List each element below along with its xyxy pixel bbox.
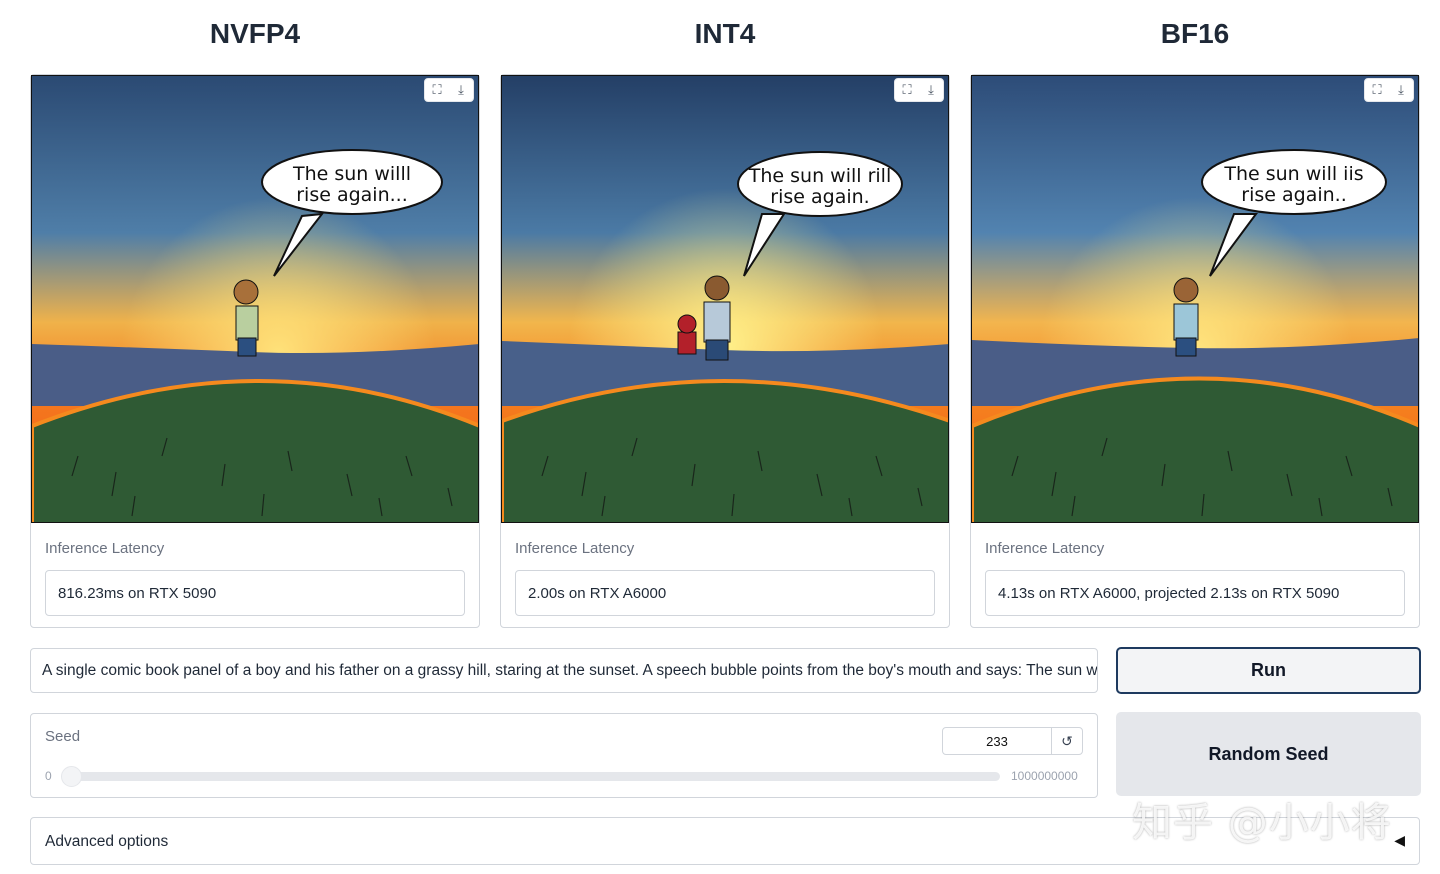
boy-figure bbox=[1173, 277, 1199, 357]
comic-image: The sun will iis rise again.. bbox=[972, 76, 1418, 522]
image-toolbar: ⛶ ⤓ bbox=[894, 78, 944, 102]
comic-image: The sun will rill rise again. bbox=[502, 76, 948, 522]
column-title-nvfp4: NVFP4 bbox=[209, 18, 301, 49]
comic-image: The sun willl rise again... bbox=[32, 76, 478, 522]
fullscreen-icon[interactable]: ⛶ bbox=[1365, 79, 1389, 101]
seed-panel: Seed 233 ↺ 0 1000000000 bbox=[30, 713, 1098, 798]
boy-figure bbox=[233, 279, 259, 357]
seed-slider-track[interactable] bbox=[65, 772, 1000, 781]
generated-image-nvfp4[interactable]: The sun willl rise again... ⛶ ⤓ bbox=[31, 75, 479, 523]
svg-text:rise again...: rise again... bbox=[296, 184, 408, 206]
fullscreen-icon[interactable]: ⛶ bbox=[895, 79, 919, 101]
svg-text:rise again.: rise again. bbox=[770, 186, 869, 208]
svg-text:The sun willl: The sun willl bbox=[292, 163, 411, 185]
reset-icon[interactable]: ↺ bbox=[1051, 727, 1083, 755]
prompt-input[interactable]: A single comic book panel of a boy and h… bbox=[30, 648, 1098, 693]
download-icon[interactable]: ⤓ bbox=[449, 79, 473, 101]
latency-label: Inference Latency bbox=[515, 540, 635, 557]
svg-text:The sun will rill: The sun will rill bbox=[748, 165, 891, 187]
output-panel-int4: The sun will rill rise again. ⛶ ⤓ Infere… bbox=[500, 74, 950, 628]
output-panel-nvfp4: The sun willl rise again... ⛶ ⤓ Inferenc… bbox=[30, 74, 480, 628]
slider-max-label: 1000000000 bbox=[1011, 769, 1078, 783]
fullscreen-icon[interactable]: ⛶ bbox=[425, 79, 449, 101]
slider-min-label: 0 bbox=[45, 769, 52, 783]
run-button[interactable]: Run bbox=[1116, 647, 1421, 694]
output-panel-bf16: The sun will iis rise again.. ⛶ ⤓ Infere… bbox=[970, 74, 1420, 628]
generated-image-bf16[interactable]: The sun will iis rise again.. ⛶ ⤓ bbox=[971, 75, 1419, 523]
column-title-bf16: BF16 bbox=[1160, 18, 1230, 49]
column-title-int4: INT4 bbox=[694, 18, 756, 49]
image-toolbar: ⛶ ⤓ bbox=[1364, 78, 1414, 102]
child-figure bbox=[677, 314, 697, 355]
image-toolbar: ⛶ ⤓ bbox=[424, 78, 474, 102]
caret-left-icon[interactable]: ◀ bbox=[1394, 832, 1405, 849]
latency-value-bf16[interactable]: 4.13s on RTX A6000, projected 2.13s on R… bbox=[985, 570, 1405, 616]
random-seed-button[interactable]: Random Seed bbox=[1116, 712, 1421, 796]
seed-slider-thumb[interactable] bbox=[61, 766, 82, 787]
download-icon[interactable]: ⤓ bbox=[919, 79, 943, 101]
seed-label: Seed bbox=[45, 728, 81, 745]
generated-image-int4[interactable]: The sun will rill rise again. ⛶ ⤓ bbox=[501, 75, 949, 523]
boy-figure bbox=[703, 275, 731, 361]
watermark: 知乎 @小小将 bbox=[1132, 800, 1392, 846]
latency-label: Inference Latency bbox=[985, 540, 1105, 557]
latency-value-int4[interactable]: 2.00s on RTX A6000 bbox=[515, 570, 935, 616]
svg-text:rise again..: rise again.. bbox=[1241, 184, 1346, 206]
advanced-options-label: Advanced options bbox=[45, 833, 169, 850]
download-icon[interactable]: ⤓ bbox=[1389, 79, 1413, 101]
seed-number-input[interactable]: 233 bbox=[942, 727, 1052, 755]
svg-text:The sun will iis: The sun will iis bbox=[1223, 163, 1363, 185]
latency-label: Inference Latency bbox=[45, 540, 165, 557]
latency-value-nvfp4[interactable]: 816.23ms on RTX 5090 bbox=[45, 570, 465, 616]
